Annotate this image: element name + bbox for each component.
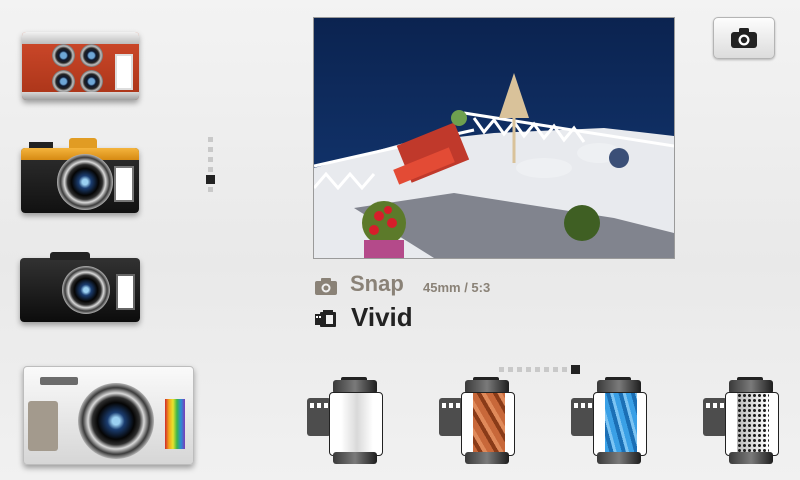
pager-dot xyxy=(553,367,558,372)
flash-strip xyxy=(40,377,78,385)
pager-dot xyxy=(499,367,504,372)
viewfinder-window xyxy=(114,166,134,202)
canister-cap xyxy=(465,452,509,464)
camera-top-plate xyxy=(22,32,139,44)
lens-icon xyxy=(80,44,103,67)
camera-bottom-plate xyxy=(22,92,139,100)
camera-icon xyxy=(315,278,337,295)
lens-icon xyxy=(52,44,75,67)
canister-body xyxy=(593,392,647,456)
canister-cap xyxy=(729,452,773,464)
film-name: Vivid xyxy=(351,302,413,332)
film-leader-icon xyxy=(307,398,331,436)
film-texture xyxy=(473,393,505,455)
photo-preview xyxy=(313,17,675,259)
camera-option-black[interactable] xyxy=(20,252,140,322)
film-texture xyxy=(605,393,637,455)
canister-body xyxy=(725,392,779,456)
viewfinder-window xyxy=(115,54,133,90)
pager-dot-active xyxy=(571,365,580,374)
film-icon xyxy=(315,310,336,327)
camera-option-orange[interactable] xyxy=(21,138,139,213)
pager-dot xyxy=(535,367,540,372)
viewfinder-window xyxy=(116,274,135,310)
pager-dot xyxy=(208,167,213,172)
pager-dot xyxy=(562,367,567,372)
film-texture xyxy=(737,393,769,455)
pager-dot xyxy=(508,367,513,372)
pager-dot xyxy=(208,147,213,152)
camera-option-silver[interactable] xyxy=(23,366,194,465)
rainbow-stripe xyxy=(165,399,185,449)
lens-spec: 45mm / 5:3 xyxy=(423,280,491,295)
terrace-photo xyxy=(314,18,674,258)
grip-panel xyxy=(28,401,58,451)
film-leader-icon xyxy=(571,398,595,436)
pager-dot xyxy=(517,367,522,372)
film-option-copper-film[interactable] xyxy=(439,377,515,464)
pager-dot xyxy=(544,367,549,372)
lens-name: Snap xyxy=(350,271,404,296)
film-leader-icon xyxy=(439,398,463,436)
canister-body xyxy=(329,392,383,456)
pager-dot xyxy=(208,157,213,162)
pager-dot-active xyxy=(206,175,215,184)
camera-icon xyxy=(731,28,757,48)
film-option-mono-dots-film[interactable] xyxy=(703,377,779,464)
film-leader-icon xyxy=(703,398,727,436)
pager-dot xyxy=(526,367,531,372)
lens-icon xyxy=(78,383,154,459)
canister-body xyxy=(461,392,515,456)
film-option-white-film[interactable] xyxy=(307,377,383,464)
canister-cap xyxy=(333,452,377,464)
film-texture xyxy=(341,393,373,455)
lens-icon xyxy=(52,70,75,93)
pager-dot xyxy=(208,187,213,192)
canister-cap xyxy=(597,452,641,464)
flash-hump xyxy=(50,252,90,260)
lens-icon xyxy=(57,154,113,210)
lens-icon xyxy=(80,70,103,93)
lens-icon xyxy=(62,266,110,314)
pager-dot xyxy=(208,137,213,142)
film-option-blue-film[interactable] xyxy=(571,377,647,464)
shutter-button[interactable] xyxy=(713,17,775,59)
camera-option-red[interactable] xyxy=(22,32,139,100)
